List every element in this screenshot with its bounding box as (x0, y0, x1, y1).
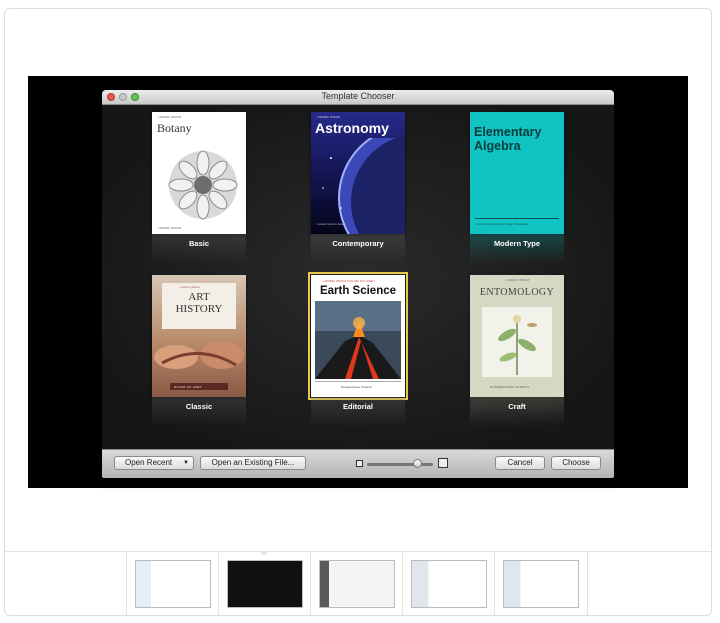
template-label: Classic (185, 402, 213, 411)
template-cover: LOREM IPSUM ENTOMOLOGY SUSPENDISSE POTEN… (470, 275, 564, 397)
cover-bottom-text: SUSPENDISSE POTENTI (490, 385, 529, 389)
template-label: Basic (188, 239, 209, 248)
thumbnail-image (503, 560, 579, 608)
cover-title: Astronomy (315, 120, 389, 136)
bottom-toolbar: Open Recent ▼ Open an Existing File... C… (102, 449, 614, 478)
volcano-illustration (315, 301, 401, 379)
window-title: Template Chooser (321, 91, 395, 101)
thumbnail-3[interactable] (310, 552, 403, 616)
open-recent-label: Open Recent (125, 458, 173, 467)
cover-bottom-text: LOREM IPSUM (158, 226, 182, 230)
template-label: Modern Type (493, 239, 541, 248)
choose-button[interactable]: Choose (551, 456, 601, 470)
open-existing-file-button[interactable]: Open an Existing File... (200, 456, 306, 470)
plant-illustration (482, 307, 552, 377)
large-thumbnail-icon[interactable] (438, 458, 448, 468)
thumbnail-image (319, 560, 395, 608)
template-cover: LOREM IPSUM Botany LOREM IPSUM (152, 112, 246, 234)
fresco-illustration (154, 341, 244, 369)
cancel-button[interactable]: Cancel (495, 456, 545, 470)
chevron-down-icon: ▼ (183, 460, 189, 466)
template-cover: Lorem Ipsum ART HISTORY DOLOR SIT AMET (152, 275, 246, 397)
cover-top-text: LOREM IPSUM (158, 115, 182, 119)
cover-top-text: LOREM IPSUM (506, 278, 530, 282)
thumbnail-5[interactable] (494, 552, 588, 616)
zoom-slider-knob[interactable] (412, 459, 422, 468)
thumbnail-2[interactable] (218, 551, 311, 616)
thumbnail-4[interactable] (402, 552, 495, 616)
open-recent-button[interactable]: Open Recent ▼ (114, 456, 194, 470)
template-label: Editorial (342, 402, 373, 411)
template-cover: LOREM IPSUM DOLOR SIT AMET Earth Science… (308, 272, 408, 400)
cover-rule (315, 381, 401, 382)
flower-illustration (168, 150, 238, 220)
thumbnail-image (411, 560, 487, 608)
cover-title: Earth Science (319, 285, 397, 297)
cover-bottom-text: Lorem Ipsum Amet (317, 222, 346, 226)
template-chooser-window: Template Chooser LOREM IPSUM Botany LORE… (102, 90, 614, 478)
cover-title: ENTOMOLOGY (479, 287, 555, 298)
cover-rule (475, 218, 559, 219)
small-thumbnail-icon[interactable] (356, 460, 363, 467)
cover-title: Botany (157, 121, 192, 135)
template-cover: Elementary Algebra Lorem Ipsum Dolor Ame… (470, 112, 564, 234)
zoom-slider[interactable] (367, 463, 433, 466)
cover-bottom-text: DOLOR SIT AMET (174, 385, 202, 389)
screenshot-thumbnails (4, 551, 712, 616)
template-cover: LOREM IPSUM Astronomy Lorem Ipsum Amet (311, 112, 405, 234)
cover-top-text: LOREM IPSUM DOLOR SIT AMET (323, 279, 376, 283)
template-label: Contemporary (332, 239, 384, 248)
cover-title: ART HISTORY (175, 291, 223, 315)
cover-title: Elementary Algebra (474, 125, 542, 153)
planet-illustration (322, 138, 405, 234)
cover-bottom-text: Suspendisse Potenti (341, 385, 373, 389)
cover-bottom-text: Lorem Ipsum Dolor Amet Praesent (476, 222, 529, 226)
template-grid: LOREM IPSUM Botany LOREM IPSUM Basic LOR… (102, 105, 614, 449)
cover-top-text: LOREM IPSUM (317, 115, 341, 119)
thumbnail-1[interactable] (126, 552, 219, 616)
title-bar: Template Chooser (102, 90, 614, 105)
thumbnail-image (135, 560, 211, 608)
thumbnail-image (227, 560, 303, 608)
template-label: Craft (508, 402, 526, 411)
cover-top-text: Lorem Ipsum (180, 285, 200, 289)
